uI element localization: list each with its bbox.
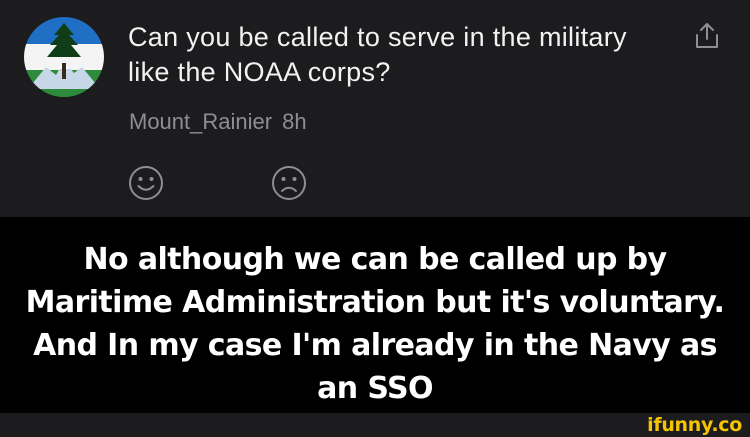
frowny-face-icon[interactable] [271, 165, 307, 201]
smiley-face-icon[interactable] [128, 165, 164, 201]
ifunny-watermark: ifunny.co [647, 414, 742, 436]
caption-text: No although we can be called up by Marit… [25, 242, 725, 406]
post-card: Can you be called to serve in the milita… [0, 0, 750, 217]
post-time: 8h [282, 109, 307, 134]
share-icon[interactable] [694, 22, 720, 50]
author-name[interactable]: Mount_Rainier [129, 109, 272, 134]
footer-bar [0, 413, 750, 437]
post-meta: Mount_Rainier 8h [129, 107, 307, 137]
post-title: Can you be called to serve in the milita… [128, 22, 627, 87]
cascadia-flag-icon [24, 17, 104, 97]
avatar[interactable] [24, 17, 104, 97]
